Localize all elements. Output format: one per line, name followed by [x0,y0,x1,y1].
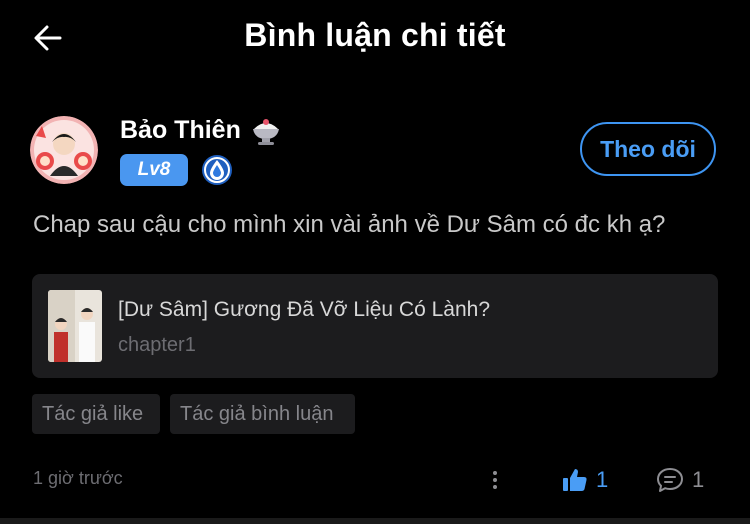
comment-detail-page: Bình luận chi tiết Bảo Thiên Lv8 Theo dõ… [0,0,750,524]
username[interactable]: Bảo Thiên [120,116,241,145]
reply-button[interactable]: 1 [656,464,704,496]
timestamp: 1 giờ trước [33,468,123,488]
chapter-subtitle: chapter1 [118,334,196,356]
tag-author-comment: Tác giả bình luận [170,394,355,434]
avatar-image [30,116,98,184]
more-options-button[interactable] [484,466,506,494]
tag-author-like: Tác giả like [32,394,160,434]
page-title: Bình luận chi tiết [244,17,506,53]
follow-button[interactable]: Theo dõi [580,122,716,176]
more-vertical-icon [493,471,497,489]
shaved-ice-icon [249,113,283,147]
header: Bình luận chi tiết [0,0,750,76]
bottom-divider [0,518,750,524]
chapter-thumbnail [48,290,102,362]
thumbs-up-icon [563,469,587,491]
username-row: Bảo Thiên [120,112,283,148]
comment-count: 1 [692,467,705,492]
avatar[interactable] [30,116,98,184]
comment-bubble-icon [657,468,683,492]
chapter-card[interactable]: [Dư Sâm] Gương Đã Vỡ Liệu Có Lành? chapt… [32,274,718,378]
badges-row: Lv8 [120,153,234,187]
water-drop-badge-icon [200,153,234,187]
level-badge: Lv8 [120,154,188,186]
like-button[interactable]: 1 [562,464,608,496]
chapter-title: [Dư Sâm] Gương Đã Vỡ Liệu Có Lành? [118,298,491,321]
like-count: 1 [596,467,609,492]
comment-text: Chap sau cậu cho mình xin vài ảnh về Dư … [33,211,666,238]
